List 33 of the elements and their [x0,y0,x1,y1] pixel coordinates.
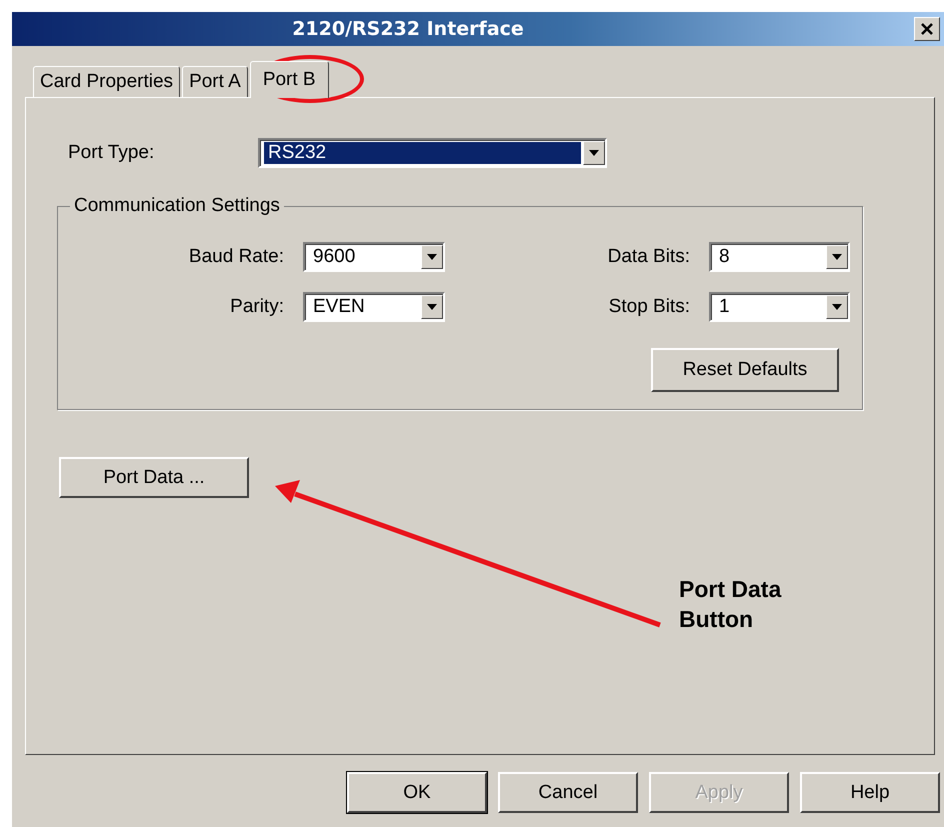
caret-icon [589,150,599,156]
field-label: Port Type: [68,142,156,164]
caret-icon [832,254,842,260]
field-label: Data Bits: [606,246,690,268]
dropdown[interactable]: 9600 [303,242,445,272]
annotation-label: Port Data Button [679,575,782,634]
tab[interactable]: Card Properties [33,66,180,97]
dropdown-button[interactable] [421,295,443,319]
window-title: 2120/RS232 Interface [291,18,525,40]
port-type-dropdown[interactable]: RS232 [258,138,607,168]
dialog-button[interactable]: OK [347,772,487,813]
dialog-button[interactable]: Help [800,772,940,813]
dialog-button[interactable]: Cancel [498,772,638,813]
port-data-button[interactable]: Port Data ... [59,457,249,498]
close-icon [920,23,934,35]
dropdown[interactable]: 8 [709,242,850,272]
dropdown[interactable]: 1 [709,292,850,322]
caret-icon [427,304,437,310]
dropdown-button[interactable] [421,245,443,269]
field-label: Stop Bits: [608,296,690,318]
tab[interactable]: Port B [250,61,329,98]
dropdown-button[interactable] [583,141,605,165]
tab[interactable]: Port A [182,66,248,97]
reset-defaults-button[interactable]: Reset Defaults [651,348,839,392]
field-label: Parity: [229,296,284,318]
dropdown-button[interactable] [826,295,848,319]
dropdown-button[interactable] [826,245,848,269]
caret-icon [427,254,437,260]
caret-icon [832,304,842,310]
dropdown[interactable]: EVEN [303,292,445,322]
field-label: Baud Rate: [188,246,284,268]
close-button[interactable] [914,17,940,41]
group-title: Communication Settings [70,195,284,217]
